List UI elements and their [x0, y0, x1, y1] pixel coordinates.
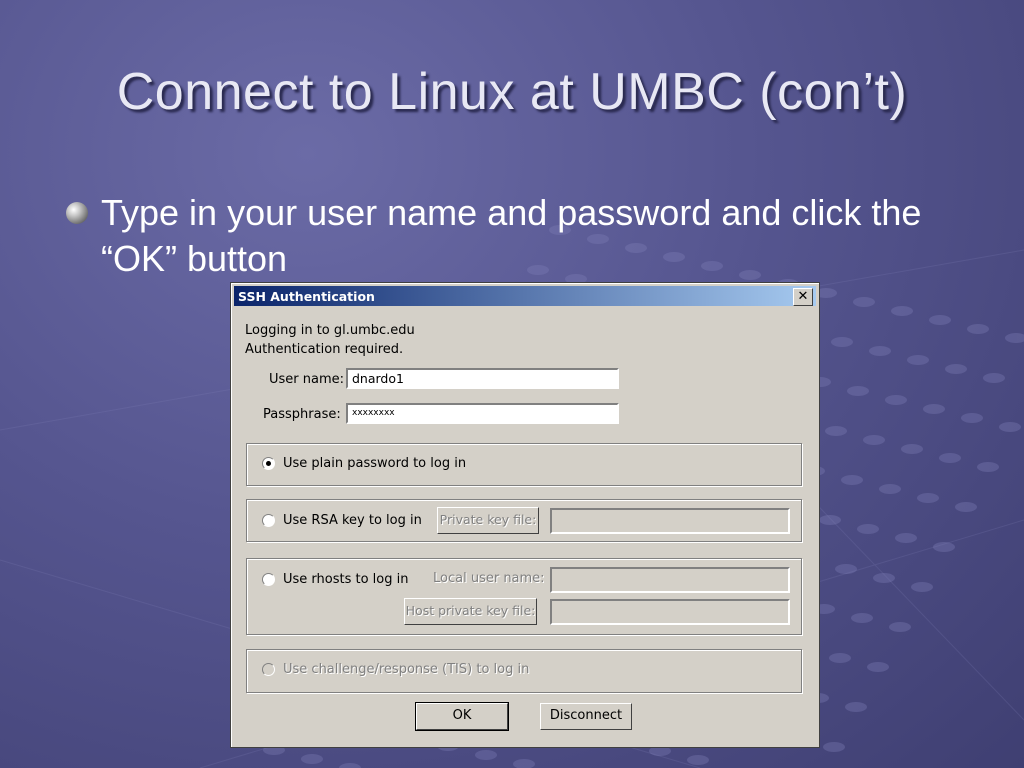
auth-required-text: Authentication required.	[245, 342, 404, 357]
tis-option-label: Use challenge/response (TIS) to log in	[283, 662, 530, 677]
rsa-option-group: Use RSA key to log in Private key file:	[246, 499, 802, 542]
decor-dot	[835, 564, 857, 574]
password-radio[interactable]	[262, 457, 275, 470]
rsa-radio[interactable]	[262, 514, 275, 527]
decor-dot	[847, 386, 869, 396]
local-user-name-field[interactable]	[550, 567, 790, 593]
decor-dot	[845, 702, 867, 712]
ok-button[interactable]: OK	[415, 702, 509, 731]
slide-title: Connect to Linux at UMBC (con’t)	[116, 63, 908, 121]
dialog-title: SSH Authentication	[238, 289, 375, 304]
host-private-key-file-button[interactable]: Host private key file:	[404, 598, 537, 625]
decor-dot	[819, 515, 841, 525]
close-icon: ✕	[797, 289, 809, 304]
decor-dot	[977, 462, 999, 472]
close-button[interactable]: ✕	[793, 288, 813, 306]
decor-dot	[895, 533, 917, 543]
decor-dot	[857, 524, 879, 534]
decor-dot	[907, 355, 929, 365]
dialog-titlebar[interactable]: SSH Authentication ✕	[234, 286, 816, 306]
decor-dot	[853, 297, 875, 307]
host-info-text: Logging in to gl.umbc.edu	[245, 323, 415, 338]
decor-dot	[955, 502, 977, 512]
decor-dot	[891, 306, 913, 316]
rhosts-option-label[interactable]: Use rhosts to log in	[283, 572, 409, 587]
private-key-file-field[interactable]	[550, 508, 790, 534]
decor-dot	[889, 622, 911, 632]
decor-dot	[475, 750, 497, 760]
decor-dot	[999, 422, 1021, 432]
decor-dot	[923, 404, 945, 414]
decor-dot	[869, 346, 891, 356]
decor-dot	[339, 763, 361, 768]
decor-dot	[301, 754, 323, 764]
password-option-group: Use plain password to log in	[246, 443, 802, 486]
decor-dot	[513, 759, 535, 768]
decor-dot	[867, 662, 889, 672]
decor-dot	[917, 493, 939, 503]
bullet-icon	[66, 202, 88, 224]
username-field[interactable]: dnardo1	[346, 368, 619, 389]
decor-dot	[911, 582, 933, 592]
ssh-authentication-dialog: SSH Authentication ✕ Logging in to gl.um…	[230, 282, 820, 748]
decor-dot	[879, 484, 901, 494]
rhosts-option-group: Use rhosts to log in Local user name: Ho…	[246, 558, 802, 635]
decor-dot	[1005, 333, 1024, 343]
decor-dot	[825, 426, 847, 436]
decor-dot	[851, 613, 873, 623]
decor-dot	[929, 315, 951, 325]
decor-dot	[983, 373, 1005, 383]
decor-dot	[961, 413, 983, 423]
decor-dot	[933, 542, 955, 552]
decor-dot	[945, 364, 967, 374]
tis-radio[interactable]	[262, 663, 275, 676]
decor-dot	[885, 395, 907, 405]
private-key-file-button[interactable]: Private key file:	[437, 507, 539, 534]
decor-dot	[687, 755, 709, 765]
decor-dot	[841, 475, 863, 485]
decor-dot	[901, 444, 923, 454]
decor-dot	[829, 653, 851, 663]
decor-dot	[863, 435, 885, 445]
passphrase-label: Passphrase:	[263, 407, 341, 422]
disconnect-button[interactable]: Disconnect	[540, 703, 632, 730]
decor-dot	[939, 453, 961, 463]
decor-dot	[831, 337, 853, 347]
password-option-label[interactable]: Use plain password to log in	[283, 456, 466, 471]
host-private-key-file-field[interactable]	[550, 599, 790, 625]
decor-dot	[823, 742, 845, 752]
decor-dot	[967, 324, 989, 334]
local-user-name-label: Local user name:	[433, 571, 545, 586]
bullet-text: Type in your user name and password and …	[101, 192, 922, 279]
rhosts-radio[interactable]	[262, 573, 275, 586]
passphrase-field[interactable]: xxxxxxxx	[346, 403, 619, 424]
rsa-option-label[interactable]: Use RSA key to log in	[283, 513, 422, 528]
username-label: User name:	[269, 372, 345, 387]
tis-option-group: Use challenge/response (TIS) to log in	[246, 649, 802, 693]
